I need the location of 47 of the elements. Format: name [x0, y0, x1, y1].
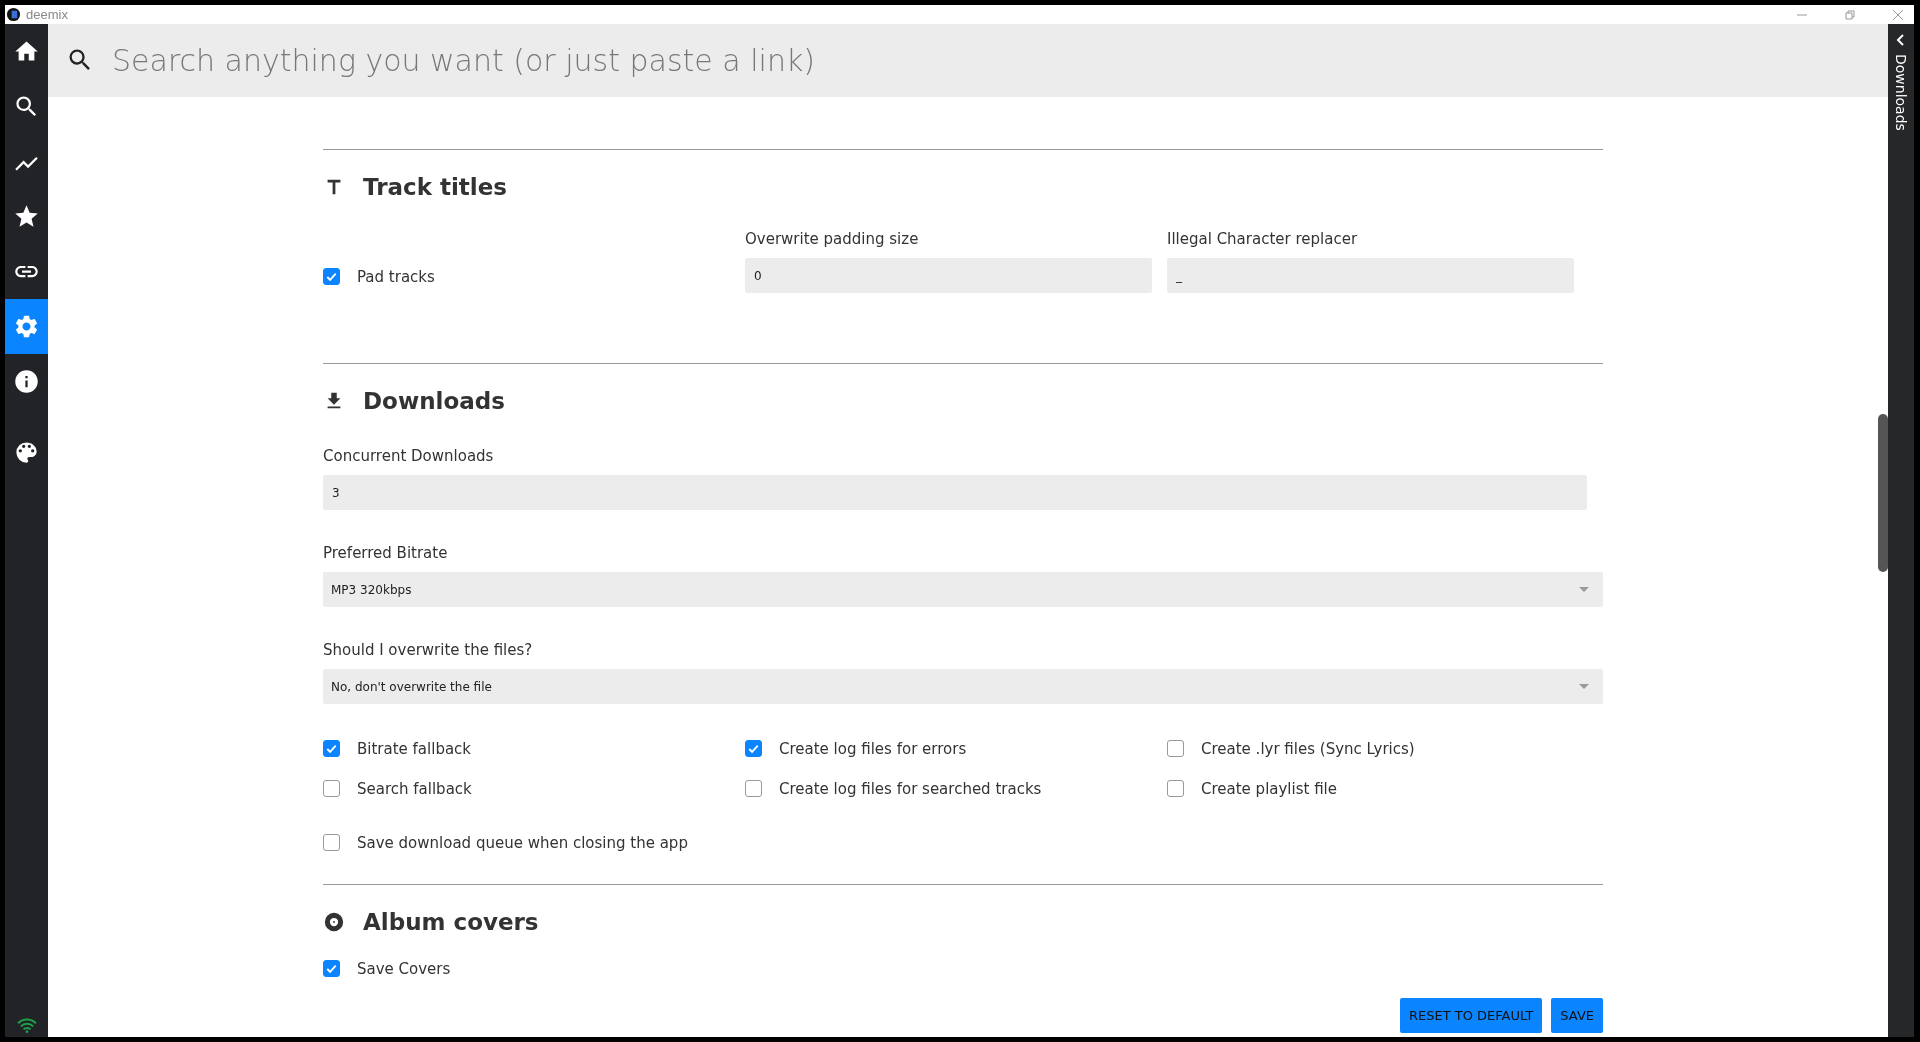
dropdown[interactable]: No, don't overwrite the file	[323, 669, 1603, 704]
checkbox-label: Search fallback	[357, 779, 472, 798]
field-label: Overwrite padding size	[745, 229, 920, 250]
checkbox[interactable]	[1167, 740, 1184, 757]
checkbox-label: Bitrate fallback	[357, 739, 472, 758]
checkbox[interactable]	[745, 780, 762, 797]
checkbox-label: Create playlist file	[1201, 779, 1337, 798]
input-field[interactable]: 3	[323, 475, 1587, 510]
wifi-icon	[15, 1017, 38, 1033]
section-title: Track titles	[363, 174, 507, 200]
field-label: Should I overwrite the files?	[323, 640, 533, 661]
settings-icon	[13, 313, 40, 340]
restore-icon[interactable]	[1844, 8, 1856, 21]
close-icon[interactable]	[1892, 8, 1904, 21]
checkbox[interactable]	[323, 960, 340, 977]
field-label: Preferred Bitrate	[323, 543, 448, 564]
chevron-left-icon[interactable]	[1896, 34, 1906, 46]
checkbox-label: Save download queue when closing the app	[357, 833, 688, 852]
checkbox[interactable]	[323, 834, 340, 851]
checkbox[interactable]	[1167, 780, 1184, 797]
window-title: deemix	[26, 7, 68, 22]
section-title: Downloads	[363, 388, 505, 414]
caret-icon	[1579, 683, 1589, 690]
panel-label[interactable]: Downloads	[1893, 54, 1909, 131]
scrollbar-thumb[interactable]	[1878, 414, 1888, 572]
checkbox[interactable]	[745, 740, 762, 757]
field-label: Illegal Character replacer	[1167, 229, 1359, 250]
caret-icon	[1579, 586, 1589, 593]
checkbox-label: Create .lyr files (Sync Lyrics)	[1201, 739, 1415, 758]
info-icon	[13, 368, 40, 395]
reset-button[interactable]: RESET TO DEFAULT	[1399, 998, 1543, 1033]
input-field[interactable]: 0	[745, 258, 1152, 293]
save-button[interactable]: SAVE	[1551, 998, 1603, 1033]
checkbox[interactable]	[323, 780, 340, 797]
checkbox-label: Save Covers	[357, 959, 451, 978]
checkbox-label: Pad tracks	[357, 267, 435, 286]
checkbox-label: Create log files for searched tracks	[779, 779, 1042, 798]
checkbox[interactable]	[323, 268, 340, 285]
field-label: Concurrent Downloads	[323, 446, 494, 467]
checkbox[interactable]	[323, 740, 340, 757]
dropdown[interactable]: MP3 320kbps	[323, 572, 1603, 607]
palette-icon	[13, 439, 40, 466]
input-field[interactable]: _	[1167, 258, 1574, 293]
search-field[interactable]: Search anything you want (or just paste a link)	[48, 24, 1888, 97]
app-logo-icon	[6, 7, 21, 22]
checkbox-label: Create log files for errors	[779, 739, 967, 758]
section-title: Album covers	[363, 909, 539, 935]
